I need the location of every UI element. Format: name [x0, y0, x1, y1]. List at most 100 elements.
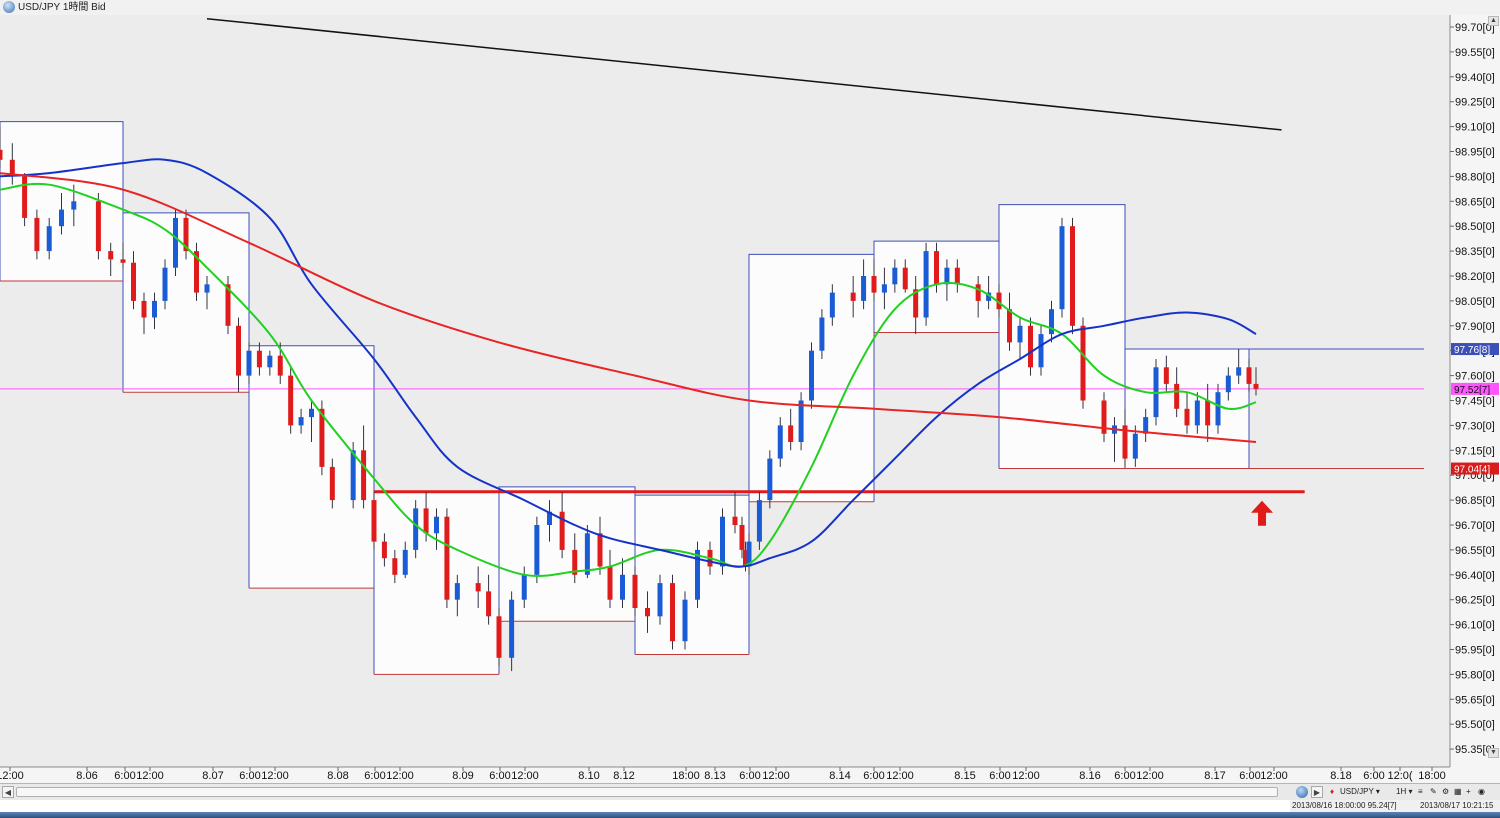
camera-icon[interactable]: ◉	[1478, 785, 1485, 799]
candle-body	[521, 574, 527, 600]
candle-body	[34, 217, 40, 252]
price-tick-label: 97.30[0]	[1455, 420, 1495, 432]
candle-body	[902, 267, 908, 290]
candle-body	[423, 508, 429, 534]
candle-body	[850, 292, 856, 301]
app-icon	[3, 1, 15, 13]
candle-body	[350, 450, 356, 501]
time-tick-label: 8.16	[1079, 770, 1100, 782]
status-right: 2013/08/17 10:21:15	[1420, 801, 1494, 810]
time-tick-label: 12:00	[886, 770, 914, 782]
price-tick-label: 96.10[0]	[1455, 620, 1495, 632]
candle-body	[59, 209, 64, 227]
time-tick-label: 6:00	[239, 770, 260, 782]
candle-body	[682, 599, 688, 642]
candle-body	[22, 176, 28, 218]
time-tick-label: 12:00	[136, 770, 164, 782]
price-tick-label: 95.95[0]	[1455, 645, 1495, 657]
scroll-up-button[interactable]: ▲	[1488, 16, 1499, 26]
price-tick-label: 97.60[0]	[1455, 371, 1495, 383]
scroll-down-button[interactable]: ▼	[1488, 748, 1499, 758]
candle-body	[256, 350, 262, 368]
horizontal-scrollbar[interactable]: ◀ ▶ ♦ USD/JPY ▾ 1H ▾ ≡ ✎ ⚙ ▦ + ◉	[0, 783, 1500, 800]
candle-body	[871, 276, 877, 293]
candle-body	[131, 262, 136, 301]
time-tick-label: 8.07	[202, 770, 223, 782]
candle-body	[108, 251, 114, 260]
high-price-marker: 97.76[8]	[1454, 345, 1490, 356]
menu-icon[interactable]: ≡	[1418, 785, 1423, 799]
candlestick-chart[interactable]: 99.70[0]99.55[0]99.40[0]99.25[0]99.10[0]…	[0, 15, 1500, 783]
status-left: 2013/08/16 18:00:00 95.24[7]	[1292, 801, 1397, 810]
candle-body	[71, 201, 77, 210]
chart-icon[interactable]: ▦	[1454, 785, 1462, 799]
price-tick-label: 98.35[0]	[1455, 246, 1495, 258]
candle-body	[597, 533, 603, 567]
price-tick-label: 99.55[0]	[1455, 47, 1495, 59]
candle-body	[1080, 325, 1086, 401]
candle-body	[1215, 392, 1221, 426]
candle-body	[288, 375, 294, 426]
low-price-marker: 97.04[4]	[1454, 465, 1490, 476]
candle-body	[454, 583, 460, 600]
window-titlebar: USD/JPY 1時間 Bid	[0, 0, 1500, 16]
candle-body	[584, 533, 590, 575]
time-tick-label: 8.06	[76, 770, 97, 782]
time-tick-label: 6:00	[989, 770, 1010, 782]
candle-body	[173, 217, 178, 268]
tools-icon[interactable]: ✎	[1430, 785, 1437, 799]
price-tick-label: 95.80[0]	[1455, 669, 1495, 681]
timeframe-label: 1H	[1396, 787, 1407, 796]
time-tick-label: 8.10	[578, 770, 599, 782]
candle-body	[152, 300, 157, 318]
price-tick-label: 98.20[0]	[1455, 271, 1495, 283]
price-tick-label: 96.55[0]	[1455, 545, 1495, 557]
candle-body	[720, 516, 725, 567]
time-tick-label: 12:00	[762, 770, 790, 782]
time-tick-label: 8.15	[954, 770, 975, 782]
pin-icon[interactable]: ♦	[1330, 785, 1334, 799]
scrollbar-thumb[interactable]	[16, 787, 1278, 797]
globe-icon[interactable]	[1296, 786, 1308, 798]
window-title: USD/JPY 1時間 Bid	[18, 2, 106, 13]
price-tick-label: 98.95[0]	[1455, 147, 1495, 159]
symbol-label: USD/JPY	[1340, 787, 1374, 796]
timeframe-selector[interactable]: 1H ▾	[1396, 785, 1412, 799]
candle-body	[236, 325, 241, 376]
time-tick-label: 18:00	[672, 770, 700, 782]
candle-body	[120, 259, 126, 263]
candle-body	[954, 267, 960, 285]
scroll-right-button[interactable]: ▶	[1311, 786, 1323, 798]
candle-body	[1225, 375, 1231, 393]
crosshair-icon[interactable]: +	[1466, 785, 1471, 799]
candle-body	[434, 516, 439, 534]
candle-body	[329, 466, 335, 501]
candle-body	[402, 549, 408, 575]
time-tick-label: 12:00	[1136, 770, 1164, 782]
candle-body	[861, 276, 867, 301]
candle-body	[267, 355, 273, 368]
price-tick-label: 96.70[0]	[1455, 520, 1495, 532]
symbol-selector[interactable]: USD/JPY ▾	[1340, 785, 1380, 799]
price-tick-label: 97.45[0]	[1455, 396, 1495, 408]
candle-body	[829, 292, 835, 318]
price-tick-label: 96.85[0]	[1455, 495, 1495, 507]
time-tick-label: 8.17	[1204, 770, 1225, 782]
range-box-fill	[499, 486, 635, 622]
candle-body	[1028, 325, 1033, 368]
scroll-left-button[interactable]: ◀	[2, 786, 14, 798]
price-tick-label: 99.25[0]	[1455, 97, 1495, 109]
time-tick-label: 8.14	[829, 770, 850, 782]
time-tick-label: 12:0(	[1387, 770, 1412, 782]
price-tick-label: 98.65[0]	[1455, 196, 1495, 208]
settings-icon[interactable]: ⚙	[1442, 785, 1449, 799]
price-tick-label: 99.10[0]	[1455, 122, 1495, 134]
range-box-fill	[635, 495, 749, 655]
candle-body	[1174, 383, 1180, 409]
candle-body	[509, 599, 515, 658]
time-tick-label: 6:00	[739, 770, 760, 782]
candle-body	[95, 201, 101, 252]
candle-body	[444, 516, 450, 600]
price-tick-label: 97.90[0]	[1455, 321, 1495, 333]
time-tick-label: 18:00	[1418, 770, 1446, 782]
